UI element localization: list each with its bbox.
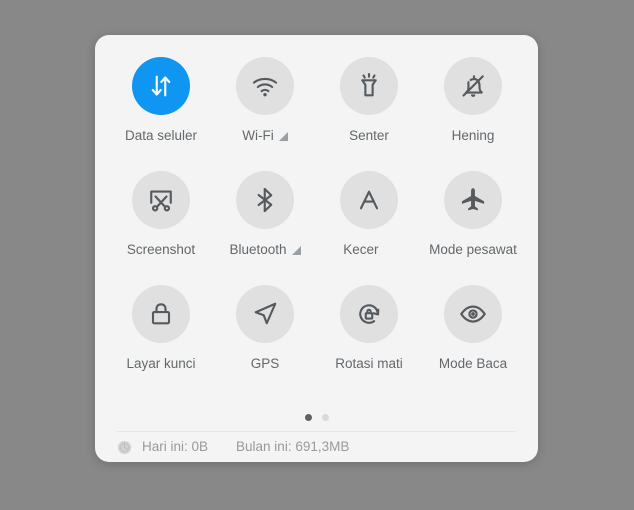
tile-kecerahan-otomatis-label-wrap: matis Kecer (317, 241, 421, 259)
scrolling-label-track: matis Kecer (317, 241, 379, 259)
tile-bluetooth[interactable]: Bluetooth (213, 171, 317, 285)
tile-label: Senter (349, 128, 389, 143)
quick-settings-panel: Data seluler Wi-Fi Senter Hening Screens… (95, 35, 538, 462)
tile-mode-pesawat-circle[interactable] (444, 171, 502, 229)
tile-label: Data seluler (124, 128, 198, 143)
tile-gps[interactable]: GPS (213, 285, 317, 399)
tile-rotasi-mati-label-wrap: Rotasi mati (317, 355, 421, 373)
tile-kecerahan-otomatis[interactable]: matis Kecer (317, 171, 421, 285)
usage-today-label: Hari ini: 0B (142, 439, 209, 454)
tile-wifi-label-wrap: Wi-Fi (213, 127, 317, 145)
tile-mode-pesawat[interactable]: Mode pesawat (421, 171, 525, 285)
tile-label: Rotasi mati (335, 356, 403, 371)
screen-backdrop: Data seluler Wi-Fi Senter Hening Screens… (0, 0, 634, 510)
tile-screenshot-label-wrap: Screenshot (109, 241, 213, 259)
data-transfer-icon (146, 71, 176, 101)
data-usage-icon (117, 440, 132, 455)
tile-label: Hening (451, 128, 495, 143)
tile-label: Screenshot (126, 242, 196, 257)
tile-gps-label-wrap: GPS (213, 355, 317, 373)
tile-rotasi-mati-circle[interactable] (340, 285, 398, 343)
tile-senter[interactable]: Senter (317, 57, 421, 171)
bell-off-icon (458, 71, 488, 101)
page-dot-2[interactable] (321, 413, 329, 421)
tile-hening-label-wrap: Hening (421, 127, 525, 145)
tile-label: Wi-Fi (242, 128, 274, 143)
tile-kecerahan-otomatis-circle[interactable] (340, 171, 398, 229)
tile-mode-pesawat-label-wrap: Mode pesawat (421, 241, 525, 259)
tile-wifi-circle[interactable] (236, 57, 294, 115)
tile-data-seluler-label-wrap: Data seluler (109, 127, 213, 145)
wifi-icon (250, 71, 280, 101)
scissors-screenshot-icon (146, 185, 176, 215)
flashlight-icon (354, 71, 384, 101)
tile-hening[interactable]: Hening (421, 57, 525, 171)
tile-label: Layar kunci (126, 356, 196, 371)
tile-mode-baca-label-wrap: Mode Baca (421, 355, 525, 373)
tile-hening-circle[interactable] (444, 57, 502, 115)
lock-icon (146, 299, 176, 329)
tile-mode-baca-circle[interactable] (444, 285, 502, 343)
page-indicator (95, 405, 538, 429)
auto-brightness-icon (354, 185, 384, 215)
data-usage-bar[interactable]: Hari ini: 0B Bulan ini: 691,3MB (95, 432, 538, 462)
eye-icon (458, 299, 488, 329)
usage-month-label: Bulan ini: 691,3MB (236, 439, 350, 454)
tile-screenshot[interactable]: Screenshot (109, 171, 213, 285)
chevron-expand-icon[interactable] (291, 245, 301, 255)
tile-row: Data seluler Wi-Fi Senter Hening (109, 57, 524, 171)
bluetooth-icon (250, 185, 280, 215)
page-dot-1[interactable] (304, 413, 312, 421)
tile-rotasi-mati[interactable]: Rotasi mati (317, 285, 421, 399)
tile-data-seluler-circle[interactable] (132, 57, 190, 115)
tile-wifi[interactable]: Wi-Fi (213, 57, 317, 171)
tile-data-seluler[interactable]: Data seluler (109, 57, 213, 171)
tile-layar-kunci-label-wrap: Layar kunci (109, 355, 213, 373)
tile-label: GPS (250, 356, 280, 371)
rotation-lock-icon (354, 299, 384, 329)
tile-row: Layar kunci GPS Rotasi mati Mode Baca (109, 285, 524, 399)
tile-label: Mode pesawat (429, 242, 517, 257)
tile-gps-circle[interactable] (236, 285, 294, 343)
tile-layar-kunci-circle[interactable] (132, 285, 190, 343)
tile-label: Mode Baca (438, 356, 508, 371)
quick-settings-tile-grid: Data seluler Wi-Fi Senter Hening Screens… (95, 35, 538, 399)
tile-bluetooth-label-wrap: Bluetooth (213, 241, 317, 259)
tile-label-tail: Kecer (343, 242, 379, 257)
airplane-icon (458, 185, 488, 215)
chevron-expand-icon[interactable] (278, 131, 288, 141)
navigation-icon (250, 299, 280, 329)
tile-mode-baca[interactable]: Mode Baca (421, 285, 525, 399)
tile-screenshot-circle[interactable] (132, 171, 190, 229)
tile-layar-kunci[interactable]: Layar kunci (109, 285, 213, 399)
tile-label: Bluetooth (229, 242, 287, 257)
tile-row: Screenshot Bluetooth Kecer Mode pesawat (109, 171, 524, 285)
tile-senter-circle[interactable] (340, 57, 398, 115)
tile-bluetooth-circle[interactable] (236, 171, 294, 229)
tile-senter-label-wrap: Senter (317, 127, 421, 145)
